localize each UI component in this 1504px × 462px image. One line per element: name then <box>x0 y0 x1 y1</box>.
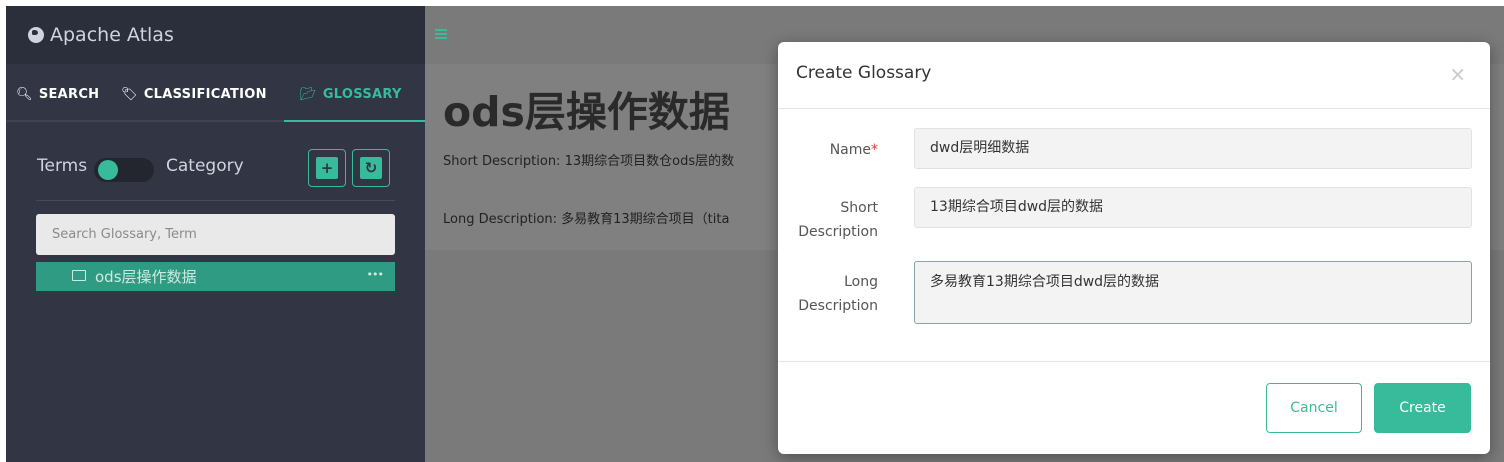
toggle-label-category: Category <box>166 156 244 176</box>
long-description-field[interactable]: 多易教育13期综合项目dwd层的数据 <box>914 261 1472 324</box>
tree-item[interactable]: ods层操作数据 ••• <box>36 262 395 291</box>
divider <box>36 200 395 201</box>
app-frame: Apache Atlas 🔍︎ SEARCH 🏷︎ CLASSIFICATION 📂… <box>0 0 1504 462</box>
page-title: ods层操作数据 <box>443 88 730 136</box>
tab-classification[interactable]: 🏷︎ CLASSIFICATION <box>121 68 267 122</box>
tree-item-label: ods层操作数据 <box>95 268 197 286</box>
name-field[interactable]: dwd层明细数据 <box>914 128 1472 169</box>
long-description-text: Long Description: 多易教育13期综合项目（tita <box>443 212 730 227</box>
refresh-button[interactable]: ↻ <box>352 149 390 187</box>
toggle-label-terms: Terms <box>37 156 88 176</box>
tab-glossary[interactable]: 📂︎ GLOSSARY <box>284 68 425 122</box>
short-description-text: Short Description: 13期综合项目数仓ods层的数 <box>443 154 735 169</box>
tab-search[interactable]: 🔍︎ SEARCH <box>16 68 99 122</box>
glossary-search-input[interactable]: Search Glossary, Term <box>36 214 395 255</box>
add-glossary-button[interactable]: + <box>308 149 346 187</box>
sidebar: Apache Atlas 🔍︎ SEARCH 🏷︎ CLASSIFICATION 📂… <box>6 6 425 462</box>
modal-title: Create Glossary <box>796 63 932 83</box>
more-options-icon[interactable]: ••• <box>367 268 384 281</box>
tag-icon: 🏷︎ <box>121 87 138 102</box>
modal-header: Create Glossary × <box>778 42 1490 109</box>
menu-icon[interactable] <box>435 29 447 39</box>
close-icon[interactable]: × <box>1449 62 1466 86</box>
sidebar-tabs: 🔍︎ SEARCH 🏷︎ CLASSIFICATION 📂︎ GLOSSARY <box>6 68 425 122</box>
required-mark: * <box>871 142 878 158</box>
footer-divider <box>778 361 1490 362</box>
create-button[interactable]: Create <box>1374 383 1471 433</box>
globe-icon <box>28 27 44 43</box>
search-icon: 🔍︎ <box>16 87 33 102</box>
switch-knob <box>98 160 118 180</box>
terms-category-switch[interactable] <box>94 158 154 182</box>
folder-icon <box>72 270 86 281</box>
long-description-label: Long Description <box>798 274 878 314</box>
short-description-field[interactable]: 13期综合项目dwd层的数据 <box>914 187 1472 228</box>
name-label: Name* <box>829 142 878 158</box>
plus-icon: + <box>316 157 338 179</box>
brand-title: Apache Atlas <box>50 24 174 46</box>
refresh-icon: ↻ <box>360 157 382 179</box>
folder-open-icon: 📂︎ <box>300 87 317 102</box>
brand[interactable]: Apache Atlas <box>6 6 425 64</box>
create-glossary-modal: Create Glossary × Name* dwd层明细数据 Short D… <box>778 42 1490 454</box>
short-description-label: Short Description <box>798 200 878 240</box>
cancel-button[interactable]: Cancel <box>1266 383 1362 433</box>
